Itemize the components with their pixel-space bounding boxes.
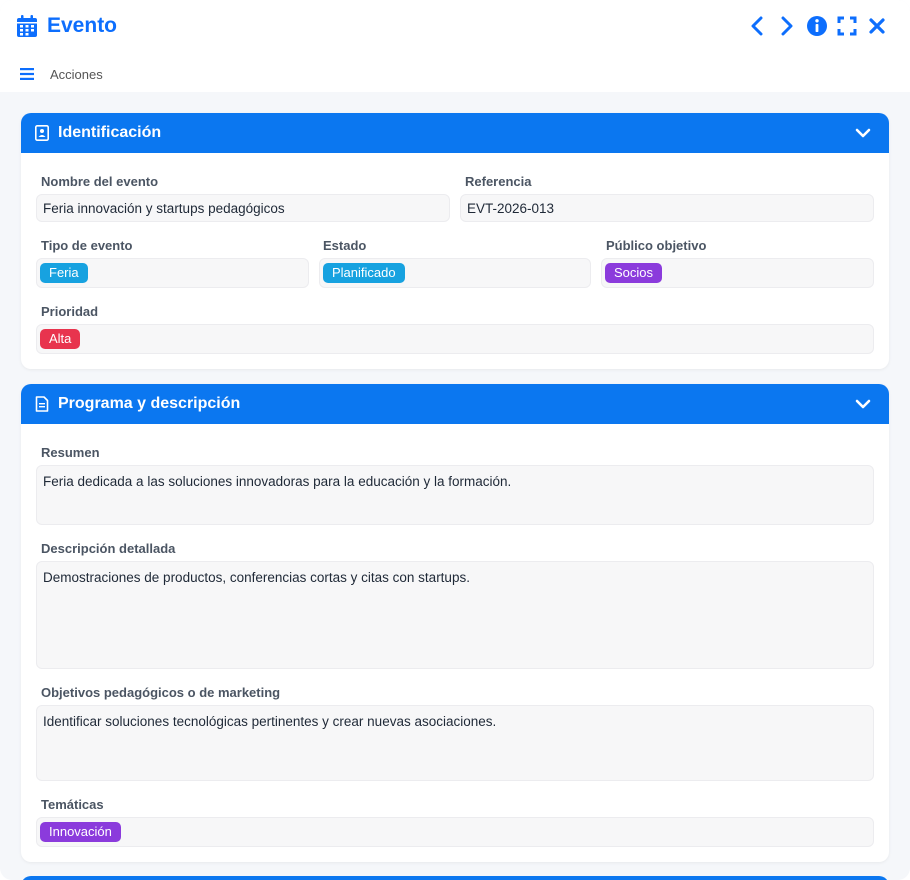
nombre-field[interactable]: Feria innovación y startups pedagógicos [36, 194, 450, 222]
hamburger-icon[interactable] [20, 68, 34, 80]
descripcion-label: Descripción detallada [41, 541, 176, 556]
tematicas-field[interactable]: Innovación [36, 817, 874, 847]
window-title: Evento [47, 14, 118, 37]
descripcion-field[interactable]: Demostraciones de productos, conferencia… [36, 561, 874, 669]
publico-label: Público objetivo [606, 238, 707, 253]
chevron-right-icon [781, 16, 793, 36]
calendar-icon [17, 15, 37, 37]
programa-header[interactable]: Programa y descripción [21, 384, 889, 424]
referencia-field[interactable]: EVT-2026-013 [460, 194, 874, 222]
next-card-header[interactable] [21, 876, 889, 880]
estado-chip: Planificado [323, 263, 405, 283]
estado-label: Estado [323, 238, 367, 253]
prioridad-label: Prioridad [41, 304, 99, 319]
info-icon [807, 16, 827, 36]
actions-menu[interactable]: Acciones [20, 64, 103, 84]
chevron-down-icon[interactable] [855, 126, 871, 140]
nombre-label: Nombre del evento [41, 174, 159, 189]
publico-chip: Socios [605, 263, 663, 283]
programa-card: Programa y descripción Resumen Feria ded… [21, 384, 889, 862]
objetivos-value: Identificar soluciones tecnológicas pert… [43, 714, 497, 729]
objetivos-field[interactable]: Identificar soluciones tecnológicas pert… [36, 705, 874, 781]
programa-title: Programa y descripción [58, 395, 241, 412]
chevron-down-icon[interactable] [855, 397, 871, 411]
descripcion-value: Demostraciones de productos, conferencia… [43, 570, 470, 585]
publico-field[interactable]: Socios [601, 258, 874, 288]
referencia-label: Referencia [465, 174, 532, 189]
next-button[interactable] [772, 14, 802, 38]
title-actions [742, 14, 892, 38]
close-icon [869, 18, 885, 34]
tematicas-chip: Innovación [40, 822, 121, 842]
identificacion-title: Identificación [58, 124, 162, 141]
titlebar: Evento Acciones [0, 0, 910, 92]
identificacion-card: Identificación Nombre del evento Feria i… [21, 113, 889, 369]
fullscreen-icon [837, 16, 857, 36]
resumen-field[interactable]: Feria dedicada a las soluciones innovado… [36, 465, 874, 525]
document-icon [35, 396, 49, 412]
estado-field[interactable]: Planificado [319, 258, 591, 288]
chevron-left-icon [751, 16, 763, 36]
fullscreen-button[interactable] [832, 14, 862, 38]
id-card-icon [35, 125, 49, 141]
tipo-field[interactable]: Feria [36, 258, 309, 288]
actions-label[interactable]: Acciones [50, 67, 103, 82]
previous-button[interactable] [742, 14, 772, 38]
close-button[interactable] [862, 14, 892, 38]
identificacion-header[interactable]: Identificación [21, 113, 889, 153]
nombre-value: Feria innovación y startups pedagógicos [43, 200, 285, 216]
objetivos-label: Objetivos pedagógicos o de marketing [41, 685, 281, 700]
tipo-label: Tipo de evento [41, 238, 133, 253]
resumen-value: Feria dedicada a las soluciones innovado… [43, 474, 512, 489]
prioridad-chip: Alta [40, 329, 81, 349]
info-button[interactable] [802, 14, 832, 38]
tematicas-label: Temáticas [41, 797, 104, 812]
referencia-value: EVT-2026-013 [467, 200, 555, 216]
prioridad-field[interactable]: Alta [36, 324, 874, 354]
event-window: Evento Acciones Identificación Nombre de… [0, 0, 910, 880]
resumen-label: Resumen [41, 445, 100, 460]
tipo-chip: Feria [40, 263, 88, 283]
